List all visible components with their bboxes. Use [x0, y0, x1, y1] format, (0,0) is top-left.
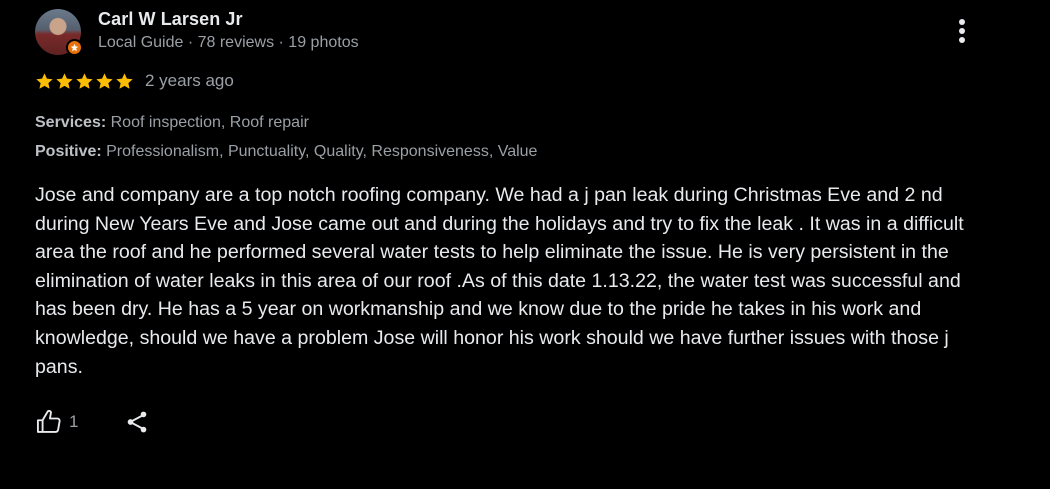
local-guide-star-icon — [66, 39, 83, 56]
more-vertical-icon — [959, 19, 965, 43]
like-count: 1 — [69, 412, 79, 431]
like-button[interactable]: 1 — [35, 408, 78, 436]
positive-attribute: Positive: Professionalism, Punctuality, … — [35, 143, 537, 161]
rating-row: 2 years ago — [35, 70, 234, 92]
thumbs-up-icon — [36, 409, 61, 433]
star-icon — [96, 72, 113, 89]
review-card: Carl W Larsen Jr Local Guide · 78 review… — [0, 0, 1050, 489]
star-icon — [116, 72, 133, 89]
star-icon — [76, 72, 93, 89]
avatar[interactable] — [35, 9, 83, 56]
review-text: Jose and company are a top notch roofing… — [35, 184, 964, 378]
share-button[interactable] — [124, 408, 150, 436]
star-icon — [56, 72, 73, 89]
author-meta: Local Guide · 78 reviews · 19 photos — [98, 34, 359, 51]
positive-value: Professionalism, Punctuality, Quality, R… — [101, 143, 538, 160]
services-value: Roof inspection, Roof repair — [106, 114, 309, 131]
star-rating — [35, 72, 134, 91]
share-icon — [128, 411, 147, 433]
services-label: Services: — [35, 114, 107, 131]
review-date: 2 years ago — [145, 71, 234, 90]
more-options-button[interactable] — [948, 16, 976, 46]
review-actions: 1 — [35, 408, 150, 436]
services-attribute: Services: Roof inspection, Roof repair — [35, 114, 309, 132]
author-name[interactable]: Carl W Larsen Jr — [98, 9, 243, 30]
positive-label: Positive: — [35, 143, 102, 160]
star-icon — [36, 72, 53, 89]
